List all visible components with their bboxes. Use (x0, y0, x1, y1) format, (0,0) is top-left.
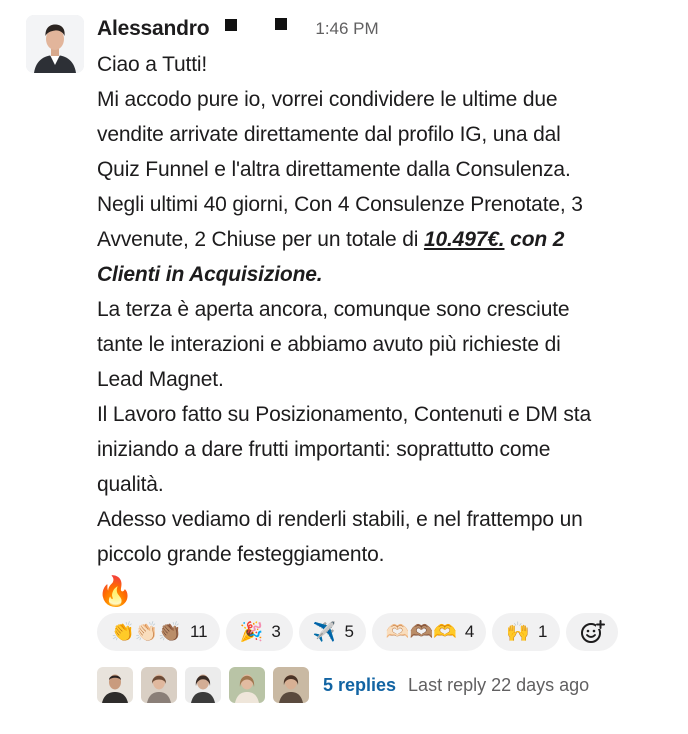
clap-icon: 👏👏🏻👏🏽 (111, 621, 182, 643)
message-line: Il Lavoro fatto su Posizionamento, Conte… (97, 403, 591, 426)
message-line: La terza è aperta ancora, comunque sono … (97, 298, 570, 321)
redaction-mark (225, 19, 238, 31)
add-reaction-icon (580, 620, 605, 643)
last-reply-text: Last reply 22 days ago (408, 674, 590, 695)
participant-avatar (229, 667, 265, 703)
fire-emoji-icon: 🔥 (97, 576, 133, 608)
message-line: qualità. (97, 473, 164, 496)
message-text: Avvenute, 2 Chiuse per un totale di (97, 228, 424, 251)
message-timestamp[interactable]: 1:46 PM (315, 19, 378, 39)
participant-avatar (97, 667, 133, 703)
author-name[interactable]: Alessandro (97, 17, 210, 41)
message-line: iniziando a dare frutti importanti: sopr… (97, 438, 551, 461)
message-line: Adesso vediamo di renderli stabili, e ne… (97, 508, 583, 531)
participant-avatar (141, 667, 177, 703)
message-line: tante le interazioni e abbiamo avuto più… (97, 333, 561, 356)
redaction-mark (275, 18, 288, 30)
emphasized-suffix: con 2 (504, 228, 565, 251)
reaction-count: 4 (464, 622, 475, 641)
raised-hands-icon: 🙌 (506, 621, 531, 643)
reaction-party[interactable]: 🎉 3 (225, 613, 293, 651)
avatar-photo (26, 15, 84, 73)
amount-underlined: 10.497€. (423, 228, 505, 251)
participant-avatar (273, 667, 309, 703)
reaction-count: 3 (271, 622, 281, 641)
message-line: Quiz Funnel e l'altra direttamente dalla… (97, 158, 571, 181)
reaction-airplane[interactable]: ✈️ 5 (298, 613, 366, 651)
emphasized-text: 10.497€. con 2 (424, 228, 564, 251)
message: Alessandro 1:46 PM Ciao a Tutti! Mi acco… (0, 0, 688, 734)
message-header: Alessandro 1:46 PM (97, 13, 379, 45)
reaction-count: 5 (344, 622, 354, 641)
message-line: Ciao a Tutti! (97, 53, 208, 76)
reaction-count: 11 (189, 622, 208, 641)
message-line: vendite arrivate direttamente dal profil… (97, 123, 561, 146)
reaction-heart-hands[interactable]: 🫶🏻🫶🏽🫶 4 (371, 613, 487, 651)
reaction-raised-hands[interactable]: 🙌 1 (492, 613, 560, 651)
add-reaction-button[interactable] (565, 613, 618, 651)
reaction-bar: 👏👏🏻👏🏽 11 🎉 3 ✈️ 5 🫶🏻🫶🏽🫶 4 🙌 1 (97, 613, 618, 651)
message-body: Ciao a Tutti! Mi accodo pure io, vorrei … (97, 47, 677, 612)
message-line: Avvenute, 2 Chiuse per un totale di 10.4… (97, 222, 677, 257)
party-popper-icon: 🎉 (239, 621, 264, 643)
emphasized-line: Clienti in Acquisizione. (97, 263, 323, 286)
participant-avatar (185, 667, 221, 703)
heart-hands-icon: 🫶🏻🫶🏽🫶 (385, 621, 457, 643)
reaction-count: 1 (538, 622, 548, 641)
message-line: Mi accodo pure io, vorrei condividere le… (97, 88, 558, 111)
message-line: piccolo grande festeggiamento. (97, 543, 385, 566)
reaction-clap[interactable]: 👏👏🏻👏🏽 11 (97, 613, 220, 651)
thread-summary[interactable]: 5 replies Last reply 22 days ago (97, 665, 589, 705)
replies-link[interactable]: 5 replies (323, 675, 396, 696)
airplane-icon: ✈️ (312, 621, 337, 643)
message-line: Negli ultimi 40 giorni, Con 4 Consulenze… (97, 193, 583, 216)
message-line: Lead Magnet. (97, 368, 224, 391)
user-avatar[interactable] (26, 15, 84, 73)
